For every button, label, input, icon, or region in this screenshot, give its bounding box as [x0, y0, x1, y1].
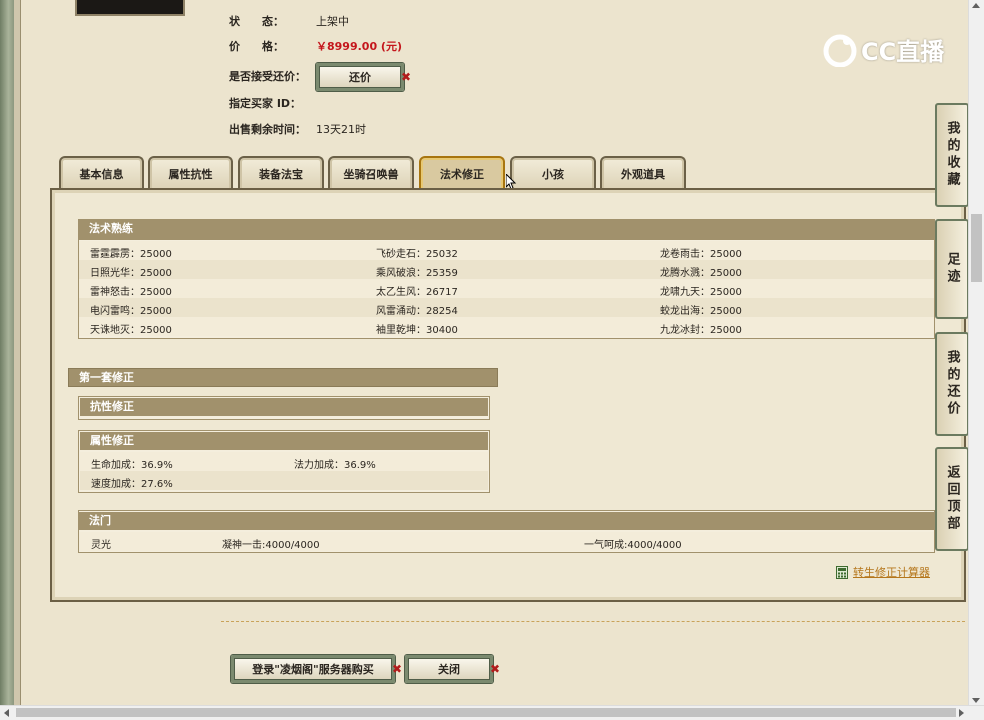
attribute-correction-header: 属性修正 — [80, 432, 488, 450]
vertical-scrollbar[interactable] — [968, 0, 984, 706]
skill-stat: 雷霆霹雳：25000 — [90, 249, 172, 260]
skill-row-band — [79, 279, 934, 298]
counter-offer-button-label: 还价 — [349, 71, 371, 84]
fameng-item: 一气呵成:4000/4000 — [584, 540, 682, 551]
remaining-time-row: 出售剩余时间： 13天21时 — [229, 122, 366, 138]
skill-stat: 天诛地灭：25000 — [90, 325, 172, 336]
price-label: 价 格： — [229, 40, 284, 53]
fameng-item: 凝神一击:4000/4000 — [222, 540, 320, 551]
skill-stat: 九龙冰封：25000 — [660, 325, 742, 336]
cc-logo-icon — [823, 34, 857, 67]
skill-stat: 飞砂走石：25032 — [376, 249, 458, 260]
remaining-time-value: 13天21时 — [316, 123, 366, 136]
close-mark-icon: ✖ — [400, 70, 411, 84]
skill-stat: 龙啸九天：25000 — [660, 287, 742, 298]
tab-mount-summon[interactable]: 坐骑召唤兽 — [328, 156, 414, 190]
tab-equipment[interactable]: 装备法宝 — [238, 156, 324, 190]
status-label: 状 态： — [229, 15, 284, 28]
counter-offer-label: 是否接受还价： — [229, 70, 306, 83]
skill-row-band — [79, 241, 934, 260]
login-buy-button[interactable]: 登录"凌烟阁"服务器购买 ✖ — [231, 655, 402, 683]
fameng-row-band — [79, 532, 934, 551]
buyer-id-label: 指定买家 ID： — [229, 97, 302, 110]
resistance-correction-header: 抗性修正 — [80, 398, 488, 416]
skill-stat: 太乙生风：26717 — [376, 287, 458, 298]
scroll-up-arrow-icon[interactable] — [972, 3, 980, 8]
skill-stat: 风雷涌动：28254 — [376, 306, 458, 317]
item-thumbnail — [75, 0, 185, 16]
scroll-down-arrow-icon[interactable] — [972, 698, 980, 703]
side-tab-my-counter-offers[interactable]: 我的还价 — [935, 332, 969, 436]
side-tab-my-favorites[interactable]: 我的收藏 — [935, 103, 969, 207]
counter-offer-button[interactable]: 还价 ✖ — [316, 63, 411, 91]
fameng-item: 灵光 — [91, 540, 111, 551]
skill-stat: 雷神怒击：25000 — [90, 287, 172, 298]
scroll-left-arrow-icon[interactable] — [4, 709, 9, 717]
dashed-divider — [221, 621, 965, 622]
close-button[interactable]: 关闭 ✖ — [405, 655, 500, 683]
skill-stat: 袖里乾坤：30400 — [376, 325, 458, 336]
attribute-stat: 法力加成：36.9% — [294, 460, 376, 471]
attribute-stat: 速度加成：27.6% — [91, 479, 173, 490]
close-mark-icon: ✖ — [489, 662, 500, 676]
left-border — [0, 0, 14, 720]
skill-proficiency-header: 法术熟练 — [79, 220, 934, 240]
side-tab-footprints[interactable]: 足迹 — [935, 219, 969, 319]
side-tab-back-to-top[interactable]: 返回顶部 — [935, 447, 969, 551]
calculator-link-wrap[interactable]: 转生修正计算器 — [836, 564, 930, 580]
watermark-text: CC直播 — [861, 38, 945, 66]
price-row: 价 格： ￥8999.00 (元) — [229, 39, 402, 55]
skill-row-band — [79, 298, 934, 317]
skill-stat: 电闪雷鸣：25000 — [90, 306, 172, 317]
calculator-icon — [836, 565, 848, 579]
close-mark-icon: ✖ — [391, 662, 402, 676]
counter-offer-row: 是否接受还价： — [229, 69, 306, 85]
close-button-label: 关闭 — [438, 663, 460, 676]
calculator-link[interactable]: 转生修正计算器 — [853, 564, 930, 580]
attribute-stat: 生命加成：36.9% — [91, 460, 173, 471]
buyer-id-row: 指定买家 ID： — [229, 96, 301, 112]
horizontal-scrollbar-thumb[interactable] — [16, 708, 956, 717]
scrollbar-thumb[interactable] — [971, 214, 982, 282]
tab-child[interactable]: 小孩 — [510, 156, 596, 190]
skill-stat: 日照光华：25000 — [90, 268, 172, 279]
scroll-right-arrow-icon[interactable] — [959, 709, 964, 717]
status-row: 状 态： 上架中 — [229, 14, 349, 30]
skill-stat: 乘风破浪：25359 — [376, 268, 458, 279]
horizontal-scrollbar[interactable] — [0, 705, 984, 720]
skill-row-band — [79, 317, 934, 336]
cc-live-watermark: CC直播 — [823, 32, 944, 67]
tab-spell-correction[interactable]: 法术修正 — [419, 156, 505, 190]
login-buy-label: 登录"凌烟阁"服务器购买 — [252, 663, 374, 676]
tab-appearance-items[interactable]: 外观道具 — [600, 156, 686, 190]
price-value: ￥8999.00 (元) — [316, 40, 402, 53]
fameng-header: 法门 — [79, 512, 934, 530]
skill-stat: 龙腾水溅：25000 — [660, 268, 742, 279]
status-value: 上架中 — [316, 15, 349, 28]
skill-stat: 龙卷雨击：25000 — [660, 249, 742, 260]
first-set-header: 第一套修正 — [68, 368, 498, 387]
remaining-time-label: 出售剩余时间： — [229, 123, 306, 136]
skill-row-band — [79, 260, 934, 279]
skill-stat: 蛟龙出海：25000 — [660, 306, 742, 317]
left-border-inner — [14, 0, 21, 720]
tab-attribute-resistance[interactable]: 属性抗性 — [148, 156, 233, 190]
tab-basic-info[interactable]: 基本信息 — [59, 156, 144, 190]
